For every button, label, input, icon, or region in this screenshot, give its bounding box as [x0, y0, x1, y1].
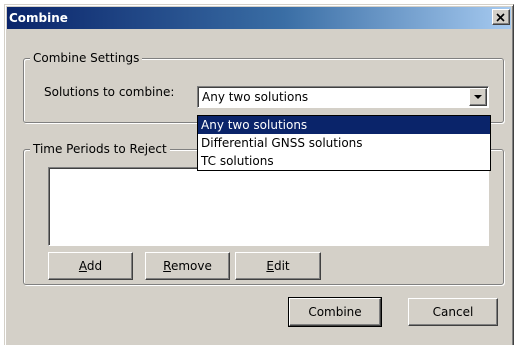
time-periods-legend-text: Time Periods to Reject: [33, 142, 167, 156]
window-title: Combine: [9, 11, 68, 25]
cancel-button[interactable]: Cancel: [408, 298, 498, 326]
combine-settings-legend: Combine Settings: [30, 51, 143, 65]
cancel-button-label: Cancel: [432, 305, 474, 319]
dropdown-option[interactable]: Differential GNSS solutions: [198, 134, 490, 152]
solutions-select[interactable]: Any two solutions: [197, 86, 489, 108]
combine-button[interactable]: Combine: [288, 297, 382, 327]
edit-button-label: Edit: [266, 259, 290, 273]
dropdown-option[interactable]: TC solutions: [198, 152, 490, 170]
time-periods-legend: Time Periods to Reject: [30, 142, 170, 156]
edit-button[interactable]: Edit: [235, 252, 321, 280]
time-periods-list[interactable]: [48, 167, 489, 246]
close-button[interactable]: [492, 9, 510, 25]
solutions-select-value: Any two solutions: [202, 90, 309, 104]
solutions-label: Solutions to combine:: [44, 85, 175, 99]
chevron-down-icon: [474, 94, 482, 99]
title-bar[interactable]: Combine: [7, 7, 511, 29]
remove-button[interactable]: Remove: [145, 252, 230, 280]
add-button-label: Add: [78, 259, 103, 273]
dropdown-arrow-button[interactable]: [469, 88, 487, 106]
combine-button-label: Combine: [308, 305, 362, 319]
remove-button-label: Remove: [163, 259, 212, 273]
add-button[interactable]: Add: [48, 252, 133, 280]
close-icon: [496, 12, 505, 22]
solutions-dropdown-list: Any two solutions Differential GNSS solu…: [197, 115, 491, 171]
dropdown-option[interactable]: Any two solutions: [198, 116, 490, 134]
